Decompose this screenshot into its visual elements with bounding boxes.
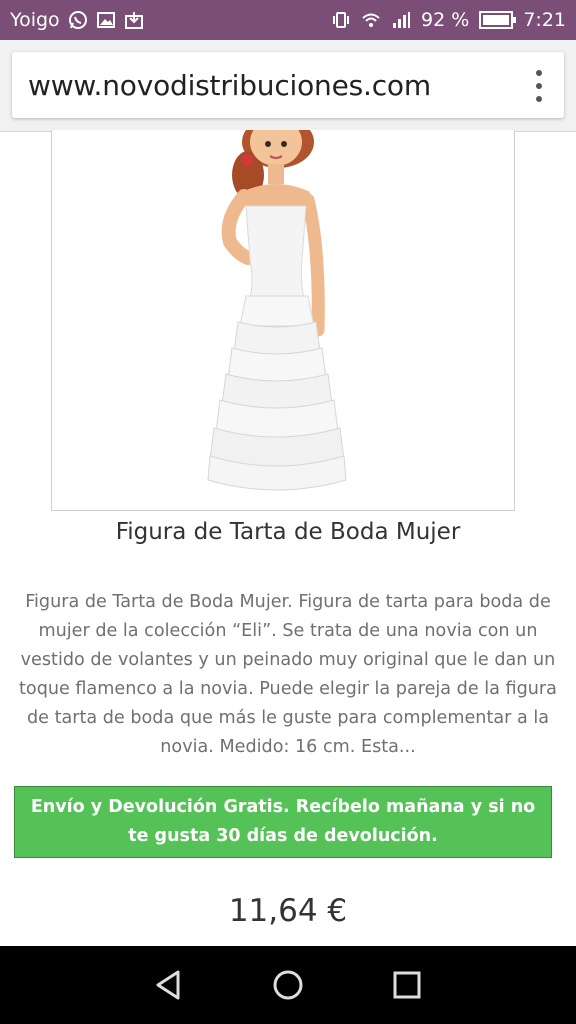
clock: 7:21: [523, 9, 566, 31]
navigation-bar: [0, 946, 576, 1024]
back-button[interactable]: [149, 965, 189, 1005]
product-title[interactable]: Figura de Tarta de Boda Mujer: [0, 519, 576, 545]
vibrate-icon: [331, 10, 351, 30]
browser-toolbar: www.novodistribuciones.com: [0, 40, 576, 132]
download-icon: [124, 10, 144, 30]
wifi-icon: [361, 10, 381, 30]
gallery-icon: [96, 10, 116, 30]
recents-button[interactable]: [387, 965, 427, 1005]
product-price: 11,64 €: [228, 893, 348, 929]
signal-icon: [391, 10, 411, 30]
status-bar: Yoigo 92 % 7:21: [0, 0, 576, 40]
battery-percent: 92 %: [421, 9, 470, 31]
recents-square-icon: [393, 971, 421, 999]
url-bar[interactable]: www.novodistribuciones.com: [12, 52, 564, 118]
whatsapp-icon: [68, 10, 88, 30]
product-image[interactable]: [51, 130, 515, 511]
free-shipping-banner: Envío y Devolución Gratis. Recíbelo maña…: [14, 786, 552, 858]
product-description: Figura de Tarta de Boda Mujer. Figura de…: [19, 592, 557, 757]
home-circle-icon: [273, 970, 303, 1000]
back-triangle-icon: [156, 970, 180, 1000]
bride-figurine-image: [207, 130, 347, 491]
url-text[interactable]: www.novodistribuciones.com: [28, 69, 431, 102]
home-button[interactable]: [268, 965, 308, 1005]
battery-icon: [479, 11, 517, 29]
overflow-menu-icon[interactable]: [534, 70, 544, 102]
carrier-label: Yoigo: [10, 9, 60, 31]
